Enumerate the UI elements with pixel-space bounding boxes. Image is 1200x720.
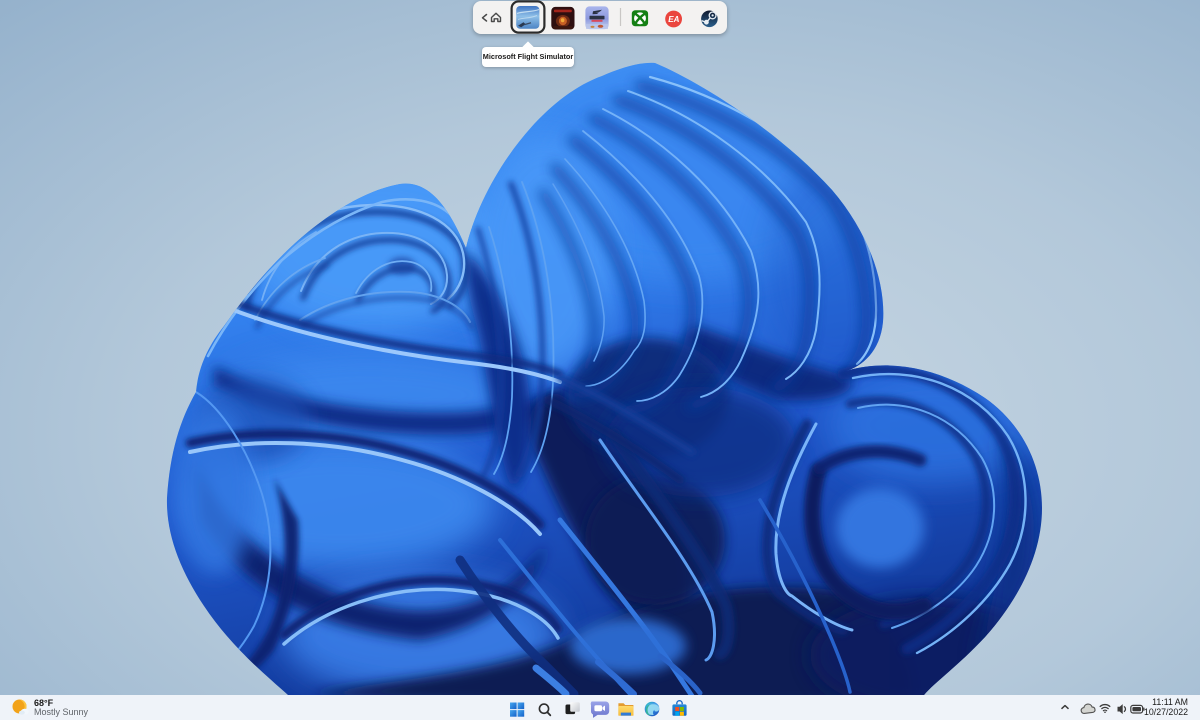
svg-text:EA: EA: [668, 15, 679, 24]
